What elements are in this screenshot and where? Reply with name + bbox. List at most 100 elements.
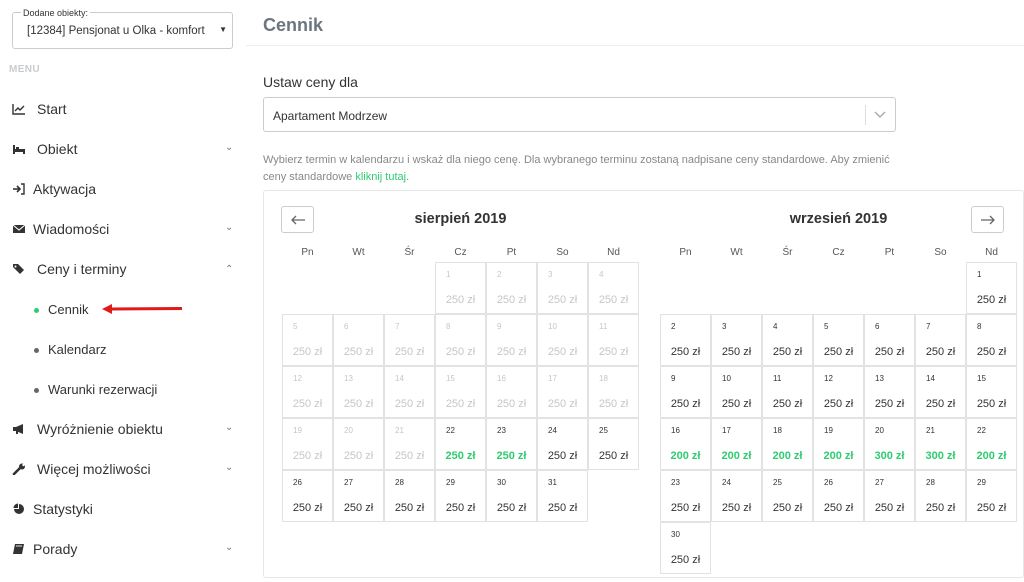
chevron-down-icon: ⌄ [225, 462, 234, 473]
calendar-day-cell[interactable]: 29 250 zł [435, 470, 486, 522]
calendar-day-cell[interactable]: 24 250 zł [711, 470, 762, 522]
calendar-day-cell[interactable]: 15 250 zł [966, 366, 1017, 418]
calendar-day-cell[interactable]: 3 250 zł [711, 314, 762, 366]
menu-item-ceny-i-terminy[interactable]: Ceny i terminy ⌃ [0, 249, 246, 289]
calendar-day-cell[interactable]: 25 250 zł [588, 418, 639, 470]
day-price: 250 zł [823, 502, 854, 514]
menu-item-statystyki[interactable]: Statystyki [0, 489, 246, 529]
menu-item-obiekt[interactable]: Obiekt ⌄ [0, 129, 246, 169]
menu-item-start[interactable]: Start [0, 89, 246, 129]
weekday-header: Pn [679, 247, 692, 258]
menu-item-wyroznienie[interactable]: Wyróżnienie obiektu ⌄ [0, 409, 246, 449]
calendar-day-cell[interactable]: 10 250 zł [711, 366, 762, 418]
set-prices-label: Ustaw ceny dla [263, 74, 358, 90]
day-number: 26 [824, 478, 833, 487]
calendar-day-cell[interactable]: 22 250 zł [435, 418, 486, 470]
property-select-label: Dodane obiekty: [21, 8, 91, 18]
calendar-day-cell[interactable]: 27 250 zł [333, 470, 384, 522]
day-number: 19 [824, 426, 833, 435]
apartment-select[interactable]: Apartament Modrzew [263, 97, 896, 132]
calendar-day-cell[interactable]: 22 200 zł [966, 418, 1017, 470]
calendar-day-cell: 1 250 zł [435, 262, 486, 314]
day-price: 250 zł [496, 502, 527, 514]
day-number: 25 [773, 478, 782, 487]
day-number: 1 [977, 270, 982, 279]
calendar-day-cell[interactable]: 26 250 zł [282, 470, 333, 522]
day-price: 250 zł [598, 346, 629, 358]
day-price: 250 zł [925, 346, 956, 358]
day-number: 8 [446, 322, 451, 331]
day-price: 250 zł [496, 294, 527, 306]
menu-item-aktywacja[interactable]: Aktywacja [0, 169, 246, 209]
page-title: Cennik [263, 15, 324, 35]
calendar-day-cell[interactable]: 31 250 zł [537, 470, 588, 522]
calendar-day-cell[interactable]: 23 250 zł [486, 418, 537, 470]
title-divider [246, 45, 1024, 46]
calendar-day-cell[interactable]: 28 250 zł [384, 470, 435, 522]
day-number: 27 [344, 478, 353, 487]
calendar-day-cell[interactable]: 6 250 zł [864, 314, 915, 366]
calendar-day-cell[interactable]: 20 300 zł [864, 418, 915, 470]
menu-item-wiadomosci[interactable]: Wiadomości ⌄ [0, 209, 246, 249]
calendar-day-cell[interactable]: 12 250 zł [813, 366, 864, 418]
menu-item-statystyki-label: Statystyki [33, 501, 93, 517]
calendar-day-cell[interactable]: 24 250 zł [537, 418, 588, 470]
calendar-day-cell[interactable]: 26 250 zł [813, 470, 864, 522]
menu-item-wiecej-label: Więcej możliwości [37, 461, 151, 477]
day-number: 17 [548, 374, 557, 383]
weekday-header: Cz [832, 247, 845, 258]
day-number: 16 [497, 374, 506, 383]
property-select[interactable]: Dodane obiekty: [12384] Pensjonat u Olka… [12, 8, 233, 49]
change-standard-prices-link[interactable]: kliknij tutaj [355, 171, 406, 183]
calendar-day-cell[interactable]: 18 200 zł [762, 418, 813, 470]
calendar-day-cell[interactable]: 30 250 zł [660, 522, 711, 574]
calendar-day-cell[interactable]: 4 250 zł [762, 314, 813, 366]
menu-item-wiecej[interactable]: Więcej możliwości ⌄ [0, 449, 246, 489]
day-number: 11 [599, 322, 608, 331]
day-price: 200 zł [772, 450, 803, 462]
calendar-day-cell[interactable]: 19 200 zł [813, 418, 864, 470]
day-number: 4 [599, 270, 604, 279]
calendar-day-cell[interactable]: 1 250 zł [966, 262, 1017, 314]
day-price: 250 zł [547, 346, 578, 358]
calendar-day-cell[interactable]: 5 250 zł [813, 314, 864, 366]
hint-text-end: . [406, 171, 410, 183]
calendar-day-cell[interactable]: 21 300 zł [915, 418, 966, 470]
calendar-day-cell[interactable]: 8 250 zł [966, 314, 1017, 366]
calendar-day-cell[interactable]: 11 250 zł [762, 366, 813, 418]
day-price: 250 zł [772, 346, 803, 358]
envelope-icon [12, 224, 26, 233]
calendar-day-cell[interactable]: 14 250 zł [915, 366, 966, 418]
hint-text: Wybierz termin w kalendarzu i wskaż dla … [263, 152, 913, 186]
calendar-day-cell[interactable]: 17 200 zł [711, 418, 762, 470]
chevron-down-icon: ⌄ [225, 422, 234, 433]
day-price: 250 zł [343, 450, 374, 462]
calendar-day-cell[interactable]: 30 250 zł [486, 470, 537, 522]
day-price: 250 zł [976, 346, 1007, 358]
active-dot-icon [34, 308, 39, 313]
day-price: 250 zł [721, 398, 752, 410]
day-price: 250 zł [445, 398, 476, 410]
day-price: 250 zł [925, 502, 956, 514]
calendar-day-cell[interactable]: 27 250 zł [864, 470, 915, 522]
calendar-day-cell[interactable]: 16 200 zł [660, 418, 711, 470]
calendar-day-cell[interactable]: 13 250 zł [864, 366, 915, 418]
menu-item-porady[interactable]: Porady ⌄ [0, 529, 246, 569]
calendar-day-cell[interactable]: 23 250 zł [660, 470, 711, 522]
day-number: 24 [548, 426, 557, 435]
calendar-day-cell[interactable]: 29 250 zł [966, 470, 1017, 522]
calendar-day-cell[interactable]: 2 250 zł [660, 314, 711, 366]
day-number: 31 [548, 478, 557, 487]
day-price: 250 zł [976, 294, 1007, 306]
day-price: 250 zł [394, 398, 425, 410]
day-number: 2 [497, 270, 502, 279]
calendar-day-cell[interactable]: 25 250 zł [762, 470, 813, 522]
calendar-day-cell[interactable]: 9 250 zł [660, 366, 711, 418]
calendar-day-cell[interactable]: 28 250 zł [915, 470, 966, 522]
day-price: 250 zł [598, 450, 629, 462]
calendar-day-cell[interactable]: 7 250 zł [915, 314, 966, 366]
day-number: 11 [773, 374, 782, 383]
submenu-item-warunki[interactable]: Warunki rezerwacji [0, 369, 246, 409]
day-price: 250 zł [496, 450, 527, 462]
submenu-item-kalendarz[interactable]: Kalendarz [0, 329, 246, 369]
